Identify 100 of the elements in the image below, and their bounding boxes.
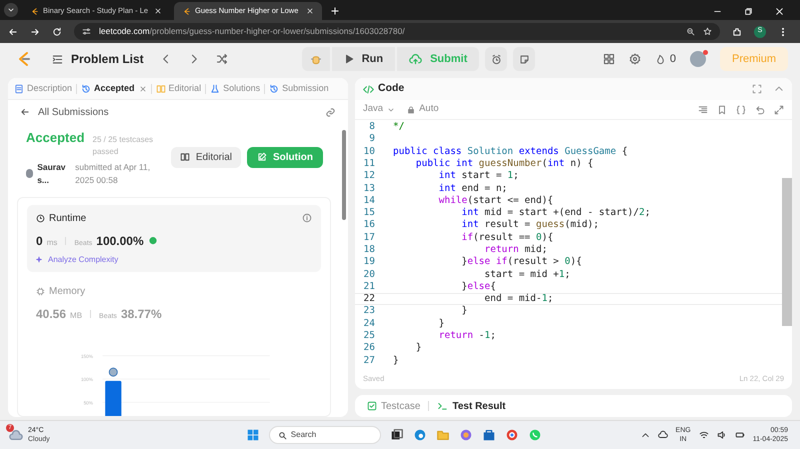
code-line: if(result == 0){ — [460, 230, 554, 244]
forward-arrow-icon[interactable] — [30, 26, 40, 36]
tab-search-button[interactable] — [4, 3, 18, 17]
submission-status: Accepted — [26, 129, 85, 147]
maximize-icon[interactable] — [752, 84, 762, 94]
info-icon[interactable] — [302, 213, 312, 223]
search-icon — [278, 430, 287, 440]
store-bag-icon[interactable] — [482, 428, 496, 442]
panel-tab[interactable]: Test Result — [437, 398, 506, 414]
code-line: }else if(result > 0){ — [460, 255, 582, 270]
url-path: /problems/guess-number-higher-or-lower/submissions/1603028780/ — [150, 25, 405, 38]
line-number: 23 — [362, 304, 376, 318]
code-line: int start = 1; — [438, 169, 519, 184]
line-number: 24 — [362, 316, 376, 331]
line-number: 9 — [368, 132, 376, 146]
format-icon[interactable] — [698, 104, 708, 114]
speaker-icon[interactable] — [716, 430, 727, 440]
settings-icon[interactable] — [628, 53, 641, 65]
windows-start-icon[interactable] — [246, 428, 260, 442]
braces-icon[interactable] — [736, 104, 746, 114]
book-icon — [156, 84, 166, 94]
battery-icon[interactable] — [734, 430, 745, 440]
layout-grid-icon[interactable] — [602, 53, 615, 65]
expand-icon[interactable] — [774, 104, 784, 114]
username: Saurav s... — [37, 161, 67, 186]
code-line: start = mid +1; — [484, 268, 570, 282]
close-icon[interactable] — [306, 7, 314, 15]
plus-icon[interactable] — [330, 6, 340, 16]
testcases-passed: 25 / 25 testcases passed — [92, 134, 154, 158]
terminal-icon — [437, 401, 448, 411]
edge-browser-icon[interactable] — [412, 428, 427, 442]
list-icon — [52, 54, 63, 64]
line-number: 19 — [362, 255, 376, 270]
clock-icon — [36, 214, 45, 222]
distribution-bar[interactable] — [105, 380, 122, 416]
wifi-icon[interactable] — [698, 430, 709, 440]
history-icon — [81, 84, 92, 94]
leetcode-logo-icon — [182, 6, 191, 16]
line-number: 8 — [368, 120, 376, 134]
code-line: public int guessNumber(int n) { — [414, 156, 594, 170]
zoom-icon[interactable] — [686, 27, 695, 36]
site-settings-icon[interactable] — [82, 27, 91, 36]
problem-list-button[interactable]: Problem List — [52, 50, 144, 68]
beats-percentage: 38.77% — [120, 306, 162, 322]
document-icon — [14, 84, 24, 94]
shuffle-icon[interactable] — [216, 53, 228, 65]
cloud-upload-icon — [409, 52, 422, 66]
user-avatar[interactable] — [690, 51, 706, 67]
extensions-icon[interactable] — [732, 26, 742, 36]
editorial-button[interactable]: Editorial — [170, 146, 241, 168]
close-icon[interactable] — [154, 7, 162, 15]
bug-icon — [310, 53, 322, 65]
line-number: 22 — [362, 292, 376, 306]
line-number: 20 — [362, 268, 376, 282]
user-avatar — [26, 169, 34, 178]
analyze-complexity-link[interactable]: Analyze Complexity — [36, 254, 312, 266]
metric-value: 0 — [36, 232, 43, 250]
copilot-icon[interactable] — [458, 428, 473, 442]
timer-button[interactable] — [485, 47, 508, 71]
bookmark-icon[interactable] — [717, 104, 727, 114]
taskbar-search-field[interactable]: Search — [268, 426, 381, 444]
reload-icon[interactable] — [52, 26, 62, 36]
leetcode-logo-icon — [30, 6, 39, 16]
all-submissions-link[interactable]: All Submissions — [20, 104, 109, 120]
code-line: }else{ — [460, 280, 496, 294]
code-line: int mid = start +(end - start)/2; — [460, 206, 650, 220]
run-button[interactable]: Run — [332, 47, 396, 71]
line-number: 13 — [362, 182, 376, 196]
user-avatar — [108, 367, 118, 376]
chevron-up-icon[interactable] — [640, 430, 650, 440]
chevron-down-icon — [7, 6, 15, 14]
metric-unit: ms — [46, 236, 58, 248]
task-view-icon[interactable] — [390, 428, 404, 442]
back-arrow-icon[interactable] — [8, 26, 18, 36]
line-number: 18 — [362, 243, 376, 257]
link-icon[interactable] — [325, 106, 336, 118]
chrome-browser-icon[interactable] — [504, 428, 519, 442]
line-number: 16 — [362, 218, 376, 232]
book-icon — [180, 152, 190, 162]
code-line: end = mid-1; — [484, 292, 554, 306]
notes-button[interactable] — [513, 47, 536, 71]
undo-icon[interactable] — [755, 104, 765, 114]
address-bar[interactable]: leetcode.com/problems/guess-number-higher-or-lower/submissions/1603028780/ — [74, 23, 720, 40]
star-icon[interactable] — [703, 27, 712, 36]
metric-unit: MB — [70, 310, 82, 322]
metric-title: Memory — [49, 284, 86, 298]
play-icon — [344, 54, 354, 64]
code-line: } — [414, 341, 422, 356]
code-line: */ — [392, 120, 404, 134]
line-number: 15 — [362, 206, 376, 220]
restore-icon[interactable] — [744, 7, 753, 16]
fire-badge-icon — [148, 234, 158, 244]
flask-icon — [210, 84, 220, 94]
streak-counter[interactable]: 0 — [654, 50, 676, 68]
cloud-icon[interactable] — [658, 430, 668, 440]
leetcode-logo-icon[interactable] — [16, 51, 32, 67]
code-line: } — [460, 304, 468, 318]
checkbox-icon — [367, 401, 377, 411]
code-line: public class Solution extends GuessGame { — [392, 144, 628, 158]
panel-tab[interactable]: Accepted — [81, 82, 135, 96]
